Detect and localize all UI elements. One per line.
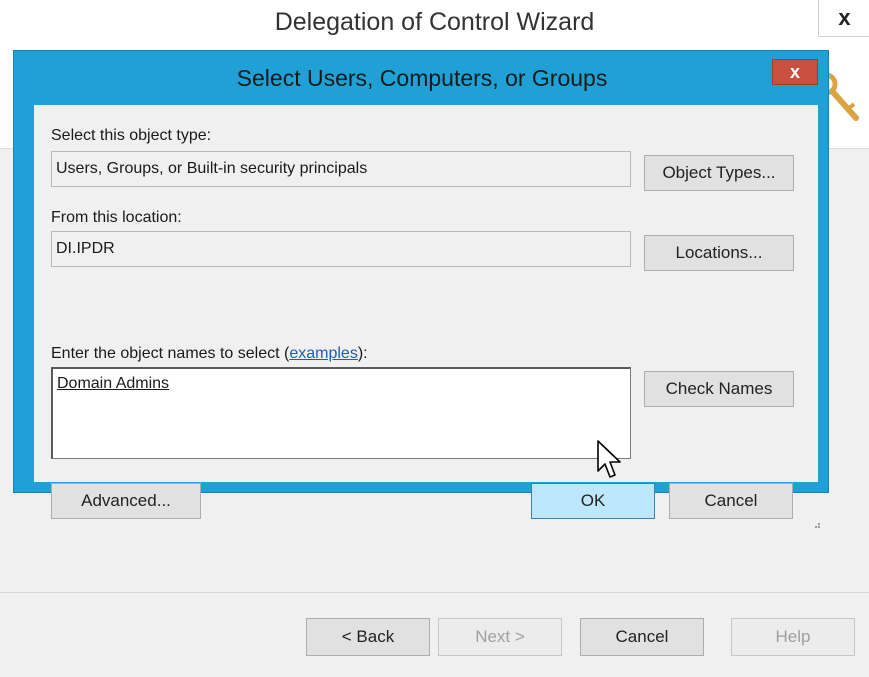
dialog-body: Select this object type: Users, Groups, … [34, 105, 818, 519]
examples-link[interactable]: examples [289, 345, 357, 362]
wizard-title: Delegation of Control Wizard [274, 8, 595, 36]
object-type-label: Select this object type: [51, 127, 212, 144]
resize-grip-icon[interactable] [811, 519, 821, 529]
next-button[interactable]: Next > [438, 618, 562, 656]
object-names-label-prefix: Enter the object names to select ( [51, 345, 290, 362]
object-names-input[interactable]: Domain Admins [51, 367, 631, 459]
dialog-cancel-button[interactable]: Cancel [669, 483, 793, 519]
object-types-button[interactable]: Object Types... [644, 155, 794, 191]
wizard-title-bar: Delegation of Control Wizard x [0, 0, 869, 48]
object-name-entry: Domain Admins [57, 375, 170, 392]
close-icon: x [838, 5, 851, 30]
object-names-label: Enter the object names to select (exampl… [51, 345, 368, 363]
advanced-button[interactable]: Advanced... [51, 483, 201, 519]
wizard-divider [0, 592, 869, 593]
back-button[interactable]: < Back [306, 618, 430, 656]
location-field: DI.IPDR [51, 231, 631, 267]
dialog-close-button[interactable]: x [772, 59, 818, 85]
help-button[interactable]: Help [731, 618, 855, 656]
select-users-dialog: Select Users, Computers, or Groups x Sel… [13, 50, 829, 528]
mouse-pointer-icon [597, 440, 621, 478]
check-names-button[interactable]: Check Names [644, 371, 794, 407]
object-type-field: Users, Groups, or Built-in security prin… [51, 151, 631, 187]
close-icon: x [789, 61, 800, 82]
location-label: From this location: [51, 209, 182, 226]
wizard-close-button[interactable]: x [818, 0, 869, 37]
wizard-cancel-button[interactable]: Cancel [580, 618, 704, 656]
ok-button[interactable]: OK [531, 483, 655, 519]
locations-button[interactable]: Locations... [644, 235, 794, 271]
dialog-title: Select Users, Computers, or Groups [236, 65, 608, 91]
object-names-label-suffix: ): [357, 345, 368, 362]
